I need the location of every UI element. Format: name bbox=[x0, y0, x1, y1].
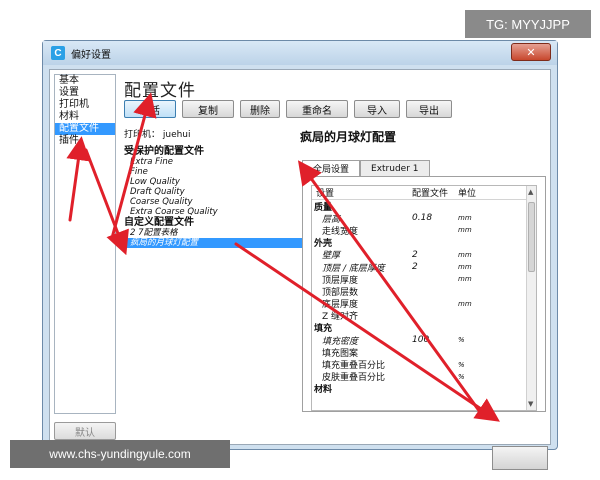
profile-item[interactable]: Coarse Quality bbox=[124, 197, 296, 207]
settings-cell-label: 填充重叠百分比 bbox=[322, 361, 386, 372]
column-header-profile: 配置文件 bbox=[412, 189, 449, 199]
toolbar-button[interactable]: 重命名 bbox=[286, 100, 348, 118]
settings-row[interactable]: 皮肤重叠百分比% bbox=[312, 371, 536, 384]
settings-cell-unit: mm bbox=[458, 263, 472, 272]
profile-item[interactable]: Low Quality bbox=[124, 177, 296, 187]
settings-row[interactable]: 层高 0.18 mm bbox=[312, 212, 536, 225]
profile-item[interactable]: Fine bbox=[124, 167, 296, 177]
preferences-window: C 偏好设置 ✕ 基本 设置 打印机 材料 配置文件 插件 默认 配置文件 激活 复制 删除重… bbox=[42, 40, 558, 470]
settings-cell-unit: mm bbox=[458, 226, 472, 235]
settings-cell-label: 壁厚 bbox=[322, 251, 341, 262]
custom-profiles: 2 7配置表格 疯局的月球灯配置 bbox=[124, 228, 366, 248]
nav-item[interactable]: 设置 bbox=[55, 87, 115, 99]
settings-cell-label: 皮肤重叠百分比 bbox=[322, 373, 386, 384]
settings-cell-label: 走线宽度 bbox=[322, 226, 359, 237]
nav-item[interactable]: 插件 bbox=[55, 135, 115, 147]
settings-cell-label: 顶层 / 底层厚度 bbox=[322, 263, 385, 274]
profile-item[interactable]: Extra Fine bbox=[124, 157, 296, 167]
toolbar-button[interactable]: 导入 bbox=[354, 100, 400, 118]
settings-cell-unit: mm bbox=[458, 214, 472, 223]
page-title: 配置文件 bbox=[124, 81, 196, 101]
settings-cell-label: 填充图案 bbox=[322, 348, 359, 359]
nav-item[interactable]: 打印机 bbox=[55, 99, 115, 111]
settings-row[interactable]: 走线宽度 mm bbox=[312, 224, 536, 237]
settings-row[interactable]: 顶层厚度 mm bbox=[312, 273, 536, 286]
watermark: www.chs-yundingyule.com bbox=[10, 440, 230, 468]
settings-row[interactable]: 顶部层数 bbox=[312, 285, 536, 298]
settings-cell-unit: mm bbox=[458, 275, 472, 284]
nav-item[interactable]: 基本 bbox=[55, 75, 115, 87]
close-button[interactable]: ✕ bbox=[511, 43, 551, 61]
title-bar: C 偏好设置 ✕ bbox=[43, 41, 557, 65]
settings-cell-label: 质量 bbox=[314, 202, 333, 213]
settings-tabs: 全局设置 Extruder 1 bbox=[302, 160, 430, 176]
custom-profile-item[interactable]: 2 7配置表格 bbox=[124, 228, 296, 238]
settings-row[interactable]: 填充密度 100% bbox=[312, 334, 536, 347]
settings-cell-unit: mm bbox=[458, 299, 472, 308]
toolbar-button[interactable]: 删除 bbox=[240, 100, 280, 118]
nav-item[interactable]: 材料 bbox=[55, 111, 115, 123]
settings-row[interactable]: 材料 bbox=[312, 383, 536, 395]
grid-header: 设置 配置文件 单位 bbox=[312, 186, 536, 200]
settings-row[interactable]: 壁厚 2 mm bbox=[312, 249, 536, 262]
vertical-scrollbar[interactable]: ▲ ▼ bbox=[526, 186, 536, 410]
profile-name-title: 疯局的月球灯配置 bbox=[300, 130, 397, 144]
settings-cell-value: 100 bbox=[412, 335, 430, 346]
settings-row[interactable]: 底层厚度 mm bbox=[312, 298, 536, 311]
settings-tab[interactable]: 全局设置 bbox=[302, 160, 361, 176]
nav-item[interactable]: 配置文件 bbox=[55, 123, 115, 135]
profile-list: 受保护的配置文件 Extra Fine Fine Low Quality Draft … bbox=[124, 146, 366, 248]
printer-label: 打印机： juehui bbox=[124, 130, 191, 140]
settings-panel: 设置 配置文件 单位 质量 层高 0.18 mm 走线宽度 mm 外壳 壁厚 2 mm 顶层 / 底… bbox=[302, 176, 546, 412]
tg-badge: TG: MYYJJPP bbox=[465, 10, 591, 38]
settings-cell-unit: % bbox=[458, 336, 465, 345]
settings-cell-label: 材料 bbox=[314, 385, 333, 396]
profile-item[interactable]: Draft Quality bbox=[124, 187, 296, 197]
window-content: 基本 设置 打印机 材料 配置文件 插件 默认 配置文件 激活 复制 删除 重命名 导入 导出 打印… bbox=[49, 69, 551, 470]
protected-profiles-header: 受保护的配置文件 bbox=[124, 146, 204, 157]
settings-rows: 质量 层高 0.18 mm 走线宽度 mm 外壳 壁厚 2 mm 顶层 / 底层厚度 2 mm 顶层厚度 m… bbox=[312, 200, 536, 396]
scroll-up-icon[interactable]: ▲ bbox=[528, 188, 533, 196]
settings-cell-label: 层高 bbox=[322, 214, 341, 225]
settings-grid: 设置 配置文件 单位 质量 层高 0.18 mm 走线宽度 mm 外壳 壁厚 2 mm 顶层 / 底… bbox=[311, 185, 537, 411]
protected-profiles: Extra Fine Fine Low Quality Draft Quality Co… bbox=[124, 157, 296, 217]
settings-cell-label: 顶部层数 bbox=[322, 287, 359, 298]
toolbar-button[interactable]: 复制 bbox=[182, 100, 234, 118]
settings-cell-label: 外壳 bbox=[314, 239, 333, 250]
settings-cell-label: 顶层厚度 bbox=[322, 275, 359, 286]
settings-cell-unit: % bbox=[458, 372, 465, 381]
settings-row[interactable]: 填充 bbox=[312, 322, 536, 334]
settings-row[interactable]: 填充重叠百分比% bbox=[312, 358, 536, 372]
app-logo-icon: C bbox=[51, 46, 65, 60]
scroll-thumb[interactable] bbox=[528, 202, 535, 272]
column-header-unit: 单位 bbox=[458, 189, 477, 199]
settings-cell-label: Z 缝对齐 bbox=[322, 312, 359, 323]
settings-cell-unit: % bbox=[458, 360, 465, 369]
profile-toolbar: 激活 复制 删除 重命名 导入 导出 bbox=[124, 100, 458, 118]
toolbar-button[interactable]: 导出 bbox=[406, 100, 452, 118]
settings-row[interactable]: Z 缝对齐 bbox=[312, 310, 536, 322]
reset-button[interactable]: 默认 bbox=[54, 422, 116, 440]
window-title: 偏好设置 bbox=[71, 49, 111, 61]
settings-cell-unit: mm bbox=[458, 250, 472, 259]
settings-cell-value: 2 bbox=[412, 262, 418, 273]
settings-cell-value: 0.18 bbox=[412, 213, 433, 224]
settings-cell-label: 填充密度 bbox=[322, 336, 359, 347]
custom-profiles-header: 自定义配置文件 bbox=[124, 217, 194, 228]
close-dialog-button[interactable] bbox=[492, 446, 548, 470]
column-header-setting: 设置 bbox=[316, 189, 335, 199]
category-list: 基本 设置 打印机 材料 配置文件 插件 bbox=[54, 74, 116, 414]
toolbar-button[interactable]: 激活 bbox=[124, 100, 176, 118]
settings-row[interactable]: 外壳 bbox=[312, 237, 536, 249]
profile-item[interactable]: Extra Coarse Quality bbox=[124, 207, 296, 217]
settings-row[interactable]: 填充图案 bbox=[312, 346, 536, 359]
settings-cell-value: 2 bbox=[412, 249, 418, 260]
settings-tab[interactable]: Extruder 1 bbox=[360, 160, 430, 176]
settings-row[interactable]: 顶层 / 底层厚度 2 mm bbox=[312, 261, 536, 274]
settings-cell-label: 填充 bbox=[314, 324, 333, 335]
settings-cell-label: 底层厚度 bbox=[322, 300, 359, 311]
scroll-down-icon[interactable]: ▼ bbox=[528, 400, 533, 408]
settings-row[interactable]: 质量 bbox=[312, 200, 536, 213]
